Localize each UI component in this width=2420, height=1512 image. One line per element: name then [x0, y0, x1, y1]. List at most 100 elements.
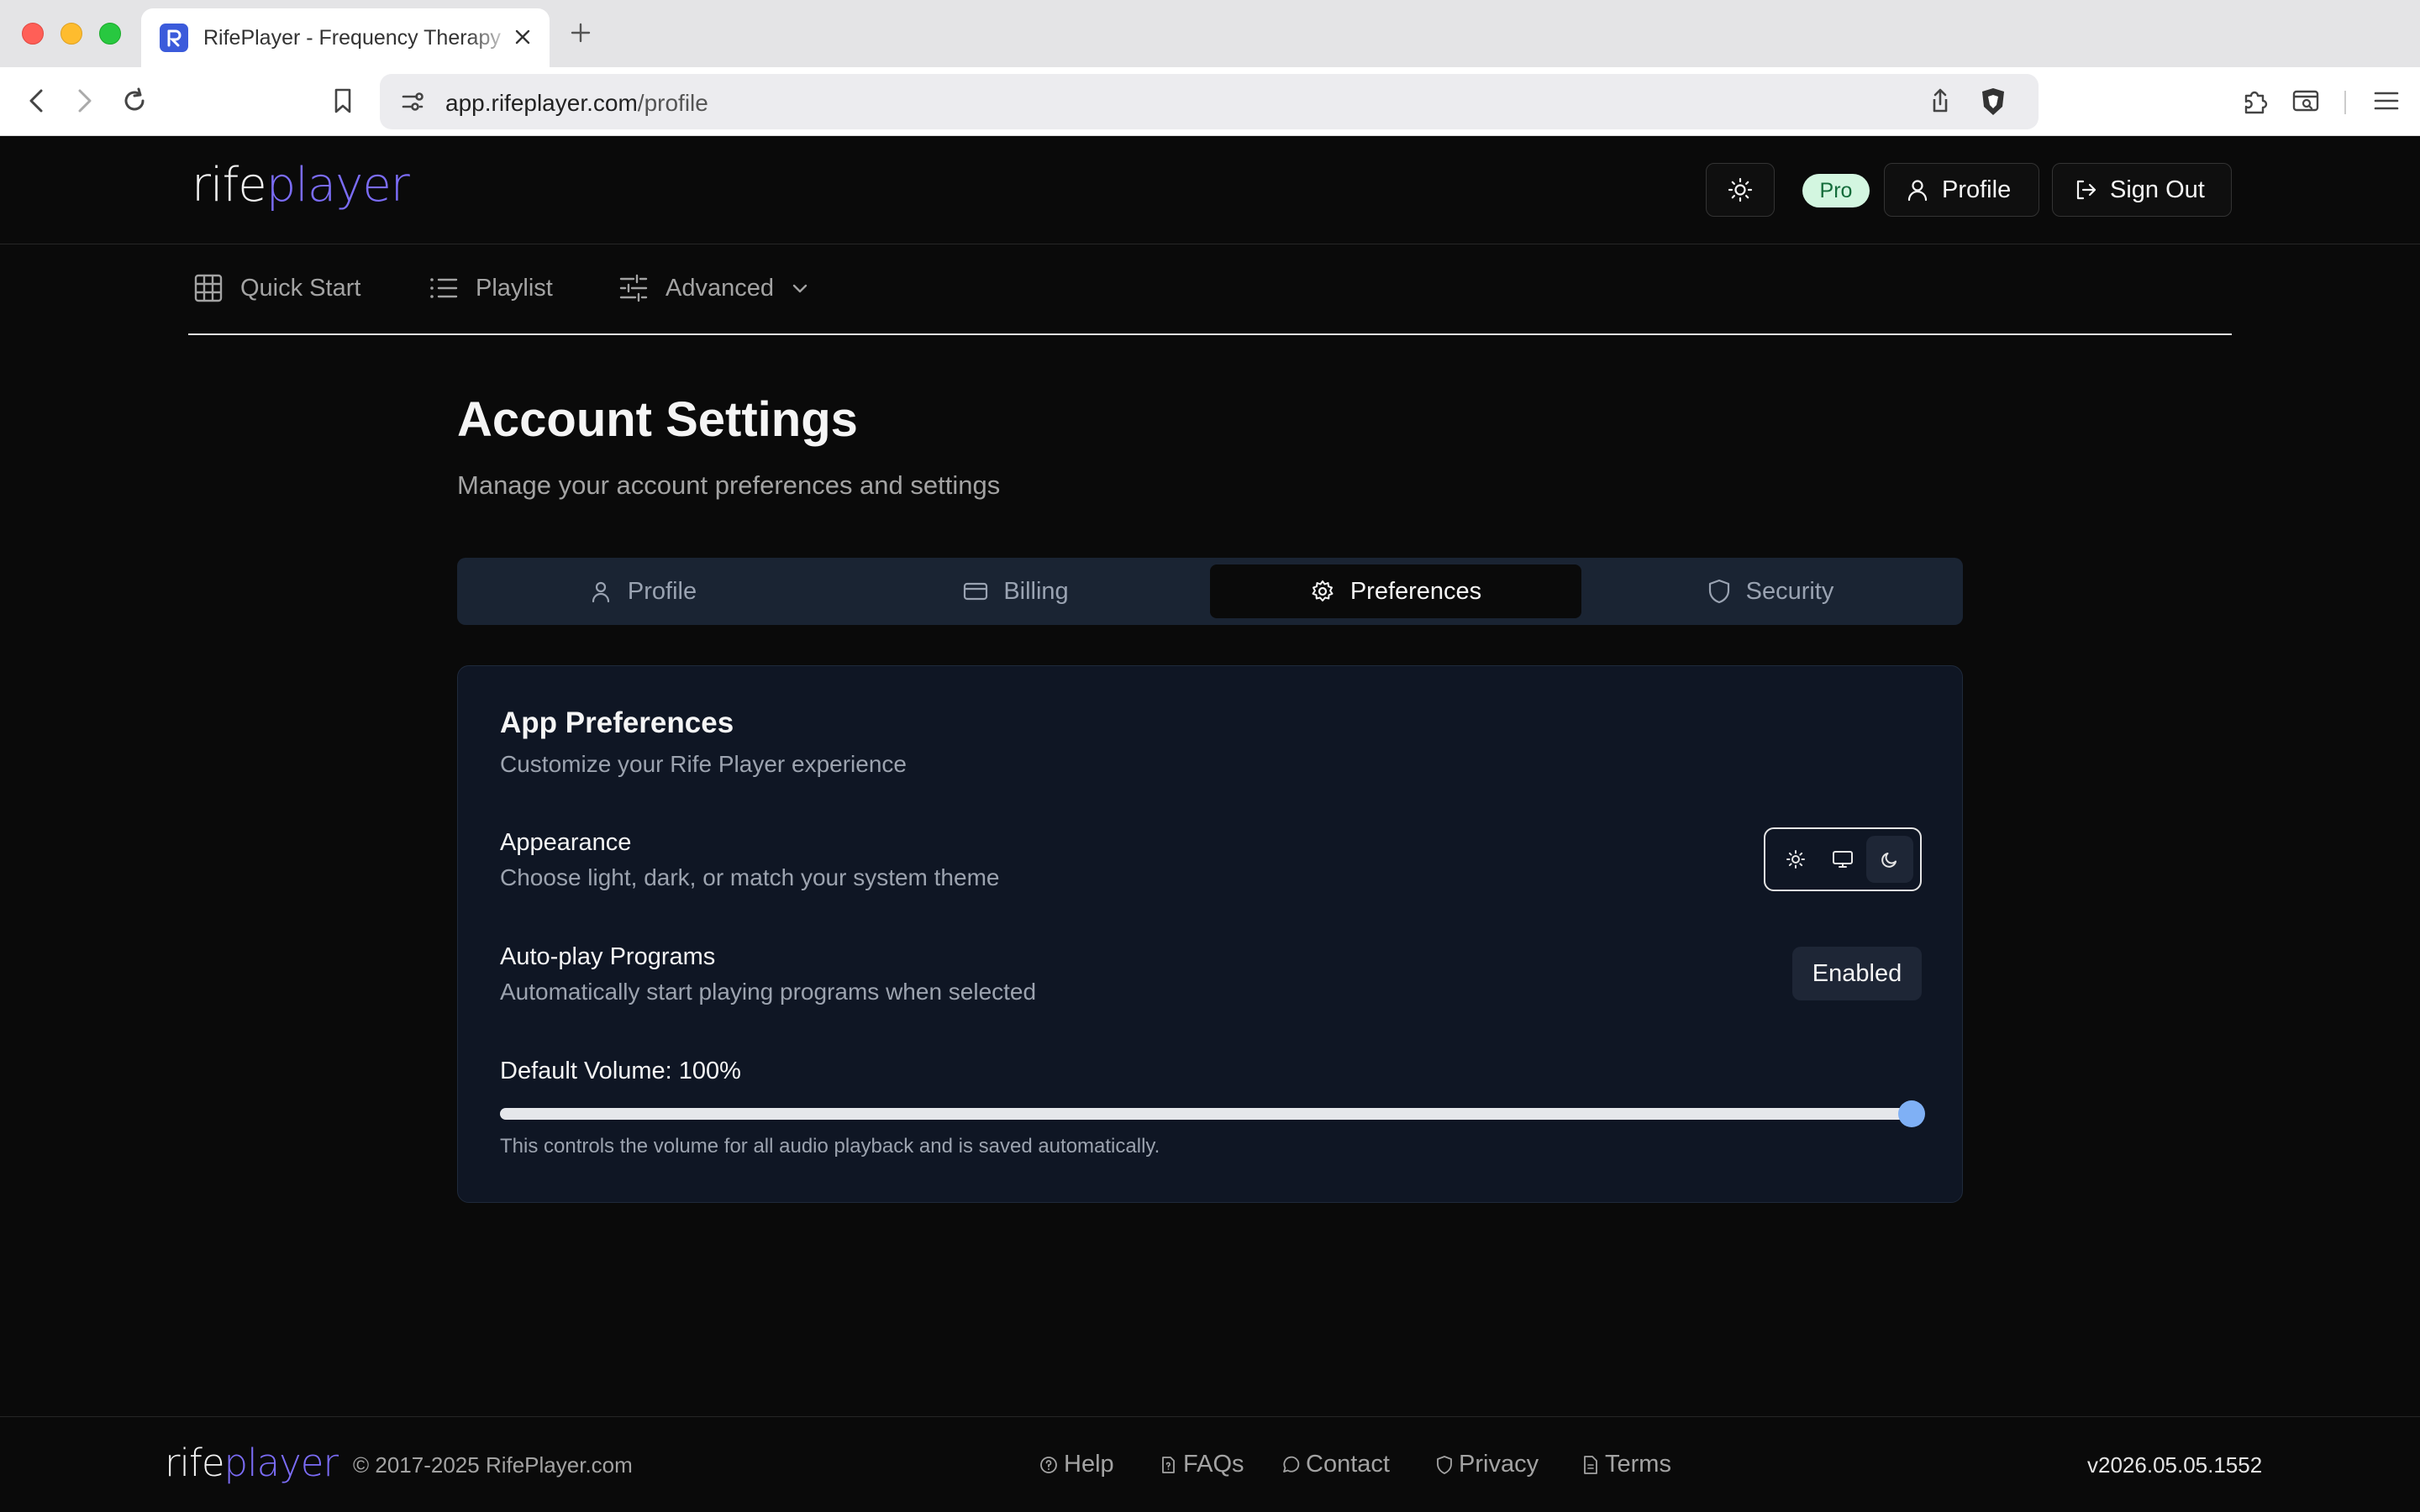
- theme-option-dark[interactable]: [1866, 836, 1913, 883]
- version-text: v2026.05.05.1552: [2087, 1452, 2263, 1478]
- brave-shield-icon[interactable]: [1976, 85, 2010, 118]
- rifeplayer-logo[interactable]: rifeplayer: [192, 158, 410, 213]
- toolbar-divider: [2344, 91, 2346, 114]
- tab-label: Preferences: [1349, 577, 1482, 605]
- browser-tab-title: RifePlayer - Frequency Therapy: [203, 25, 501, 50]
- footer-link-label: Privacy: [1459, 1451, 1539, 1478]
- card-title: App Preferences: [500, 706, 734, 739]
- logo-part-player: player: [266, 158, 410, 213]
- sun-icon: [1727, 176, 1754, 203]
- minimize-window-button[interactable]: [60, 23, 82, 45]
- rifeplayer-favicon-icon: [160, 24, 188, 52]
- url-host: app.rifeplayer.com: [445, 90, 638, 116]
- tab-label: Security: [1745, 577, 1834, 605]
- shield-icon: [1435, 1455, 1454, 1475]
- help-circle-icon: [1039, 1455, 1059, 1475]
- default-volume-label: Default Volume: 100%: [500, 1058, 741, 1084]
- shield-icon: [1707, 579, 1731, 604]
- sign-out-button[interactable]: Sign Out: [2052, 163, 2232, 217]
- sliders-icon: [618, 273, 649, 303]
- tab-label: Billing: [1003, 577, 1069, 605]
- autoplay-description: Automatically start playing programs whe…: [500, 979, 1037, 1005]
- volume-slider[interactable]: [500, 1100, 1925, 1127]
- credit-card-icon: [963, 579, 988, 604]
- autoplay-label: Auto-play Programs: [500, 943, 716, 970]
- monitor-icon: [1832, 849, 1854, 869]
- theme-toggle-button[interactable]: [1706, 163, 1775, 217]
- volume-slider-fill: [500, 1108, 1912, 1120]
- volume-slider-thumb[interactable]: [1898, 1100, 1925, 1127]
- logo-part-player: player: [224, 1441, 339, 1485]
- tab-security[interactable]: Security: [1585, 564, 1956, 618]
- tab-billing[interactable]: Billing: [830, 564, 1202, 618]
- volume-note: This controls the volume for all audio p…: [500, 1135, 1160, 1158]
- extensions-icon[interactable]: [2238, 84, 2272, 118]
- browser-tab-bar: RifePlayer - Frequency Therapy: [0, 0, 2420, 67]
- wallet-icon[interactable]: [2289, 84, 2323, 118]
- moon-icon: [1880, 849, 1900, 869]
- app-preferences-card: App Preferences Customize your Rife Play…: [457, 665, 1963, 1203]
- footer-link-label: Terms: [1605, 1451, 1671, 1478]
- pro-badge: Pro: [1802, 174, 1870, 207]
- share-icon[interactable]: [1924, 86, 1956, 118]
- forward-icon[interactable]: [67, 84, 101, 118]
- url-text: app.rifeplayer.com/profile: [445, 90, 708, 117]
- footer-link-terms[interactable]: Terms: [1581, 1451, 1671, 1478]
- sun-icon: [1786, 849, 1806, 869]
- footer-link-label: Help: [1064, 1451, 1114, 1478]
- menu-icon[interactable]: [2370, 84, 2403, 118]
- gear-icon: [1310, 579, 1335, 604]
- user-icon: [1905, 177, 1930, 202]
- footer-link-contact[interactable]: Contact: [1281, 1451, 1390, 1478]
- appearance-theme-switch: [1764, 827, 1922, 891]
- footer-link-faqs[interactable]: FAQs: [1158, 1451, 1244, 1478]
- nav-item-quick-start[interactable]: Quick Start: [193, 273, 360, 303]
- profile-button[interactable]: Profile: [1884, 163, 2039, 217]
- site-settings-icon[interactable]: [397, 86, 429, 118]
- appearance-label: Appearance: [500, 829, 632, 856]
- page-subtitle: Manage your account preferences and sett…: [457, 470, 1001, 500]
- nav-item-advanced[interactable]: Advanced: [618, 273, 809, 303]
- main-nav: Quick Start Playlist Advanced: [188, 244, 2232, 335]
- settings-tabs: Profile Billing Preferences Security: [457, 558, 1963, 625]
- address-bar[interactable]: app.rifeplayer.com/profile: [380, 74, 2039, 129]
- copyright-text: © 2017-2025 RifePlayer.com: [353, 1452, 633, 1478]
- footer-logo[interactable]: rifeplayer: [165, 1441, 339, 1485]
- footer-link-help[interactable]: Help: [1039, 1451, 1114, 1478]
- new-tab-icon[interactable]: [568, 20, 593, 45]
- theme-option-system[interactable]: [1819, 836, 1866, 883]
- footer-link-privacy[interactable]: Privacy: [1435, 1451, 1539, 1478]
- appearance-description: Choose light, dark, or match your system…: [500, 864, 1000, 890]
- document-question-icon: [1158, 1455, 1178, 1475]
- page-title: Account Settings: [457, 392, 858, 447]
- browser-tab[interactable]: RifePlayer - Frequency Therapy: [141, 8, 550, 67]
- profile-button-label: Profile: [1942, 176, 2012, 203]
- sign-out-button-label: Sign Out: [2110, 176, 2205, 203]
- reload-icon[interactable]: [118, 84, 151, 118]
- list-icon: [429, 273, 459, 303]
- message-circle-icon: [1281, 1455, 1301, 1475]
- user-icon: [589, 580, 613, 603]
- close-window-button[interactable]: [22, 23, 44, 45]
- sign-out-icon: [2073, 177, 2098, 202]
- tab-label: Profile: [627, 577, 697, 605]
- nav-item-label: Playlist: [476, 274, 553, 302]
- close-tab-icon[interactable]: [513, 27, 533, 47]
- nav-item-playlist[interactable]: Playlist: [429, 273, 553, 303]
- document-icon: [1581, 1455, 1600, 1475]
- autoplay-toggle-button[interactable]: Enabled: [1792, 947, 1922, 1000]
- card-subtitle: Customize your Rife Player experience: [500, 751, 907, 777]
- theme-option-light[interactable]: [1772, 836, 1819, 883]
- chevron-down-icon: [791, 279, 809, 297]
- tab-profile[interactable]: Profile: [457, 564, 829, 618]
- back-icon[interactable]: [20, 84, 54, 118]
- maximize-window-button[interactable]: [99, 23, 121, 45]
- bookmark-icon[interactable]: [326, 84, 360, 118]
- tab-preferences[interactable]: Preferences: [1210, 564, 1581, 618]
- footer-link-label: FAQs: [1183, 1451, 1244, 1478]
- logo-part-rife: rife: [192, 158, 267, 213]
- url-path: /profile: [637, 90, 708, 116]
- logo-part-rife: rife: [165, 1441, 225, 1485]
- footer: rifeplayer © 2017-2025 RifePlayer.com He…: [0, 1416, 2420, 1512]
- browser-toolbar: app.rifeplayer.com/profile: [0, 67, 2420, 136]
